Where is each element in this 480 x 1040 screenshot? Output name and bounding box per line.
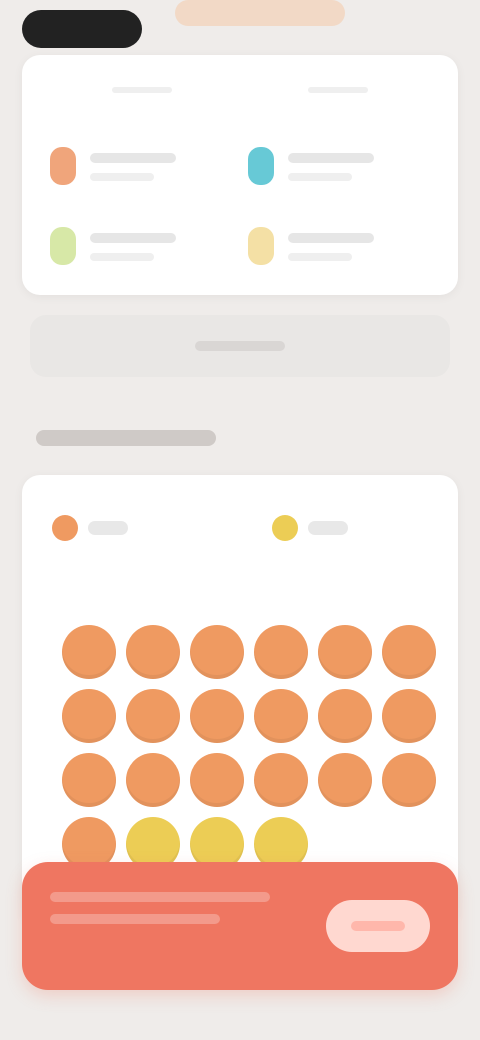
grid-dot-orange (382, 753, 436, 807)
metric-item-2 (248, 147, 448, 207)
orange-pill-icon (50, 147, 76, 185)
grid-dot-orange (254, 689, 308, 743)
action-bar-label (195, 341, 285, 351)
metric-item-4 (248, 227, 448, 287)
grid-dot-orange (190, 753, 244, 807)
yellow-pill-icon (248, 227, 274, 265)
grid-dot-orange (190, 689, 244, 743)
summary-tabs (22, 75, 458, 105)
grid-dot-orange (382, 625, 436, 679)
legend (52, 515, 432, 555)
grid-dot-orange (382, 689, 436, 743)
grid-dot-orange (318, 689, 372, 743)
orange-circle-icon (52, 515, 78, 541)
grid-dot-orange (318, 625, 372, 679)
grid-dot-orange (318, 753, 372, 807)
content-card (22, 475, 458, 925)
yellow-circle-icon (272, 515, 298, 541)
section-title (36, 430, 216, 446)
cta-card (22, 862, 458, 990)
grid-dot-orange (254, 625, 308, 679)
legend-item-orange (52, 515, 128, 541)
legend-item-yellow (272, 515, 348, 541)
cta-button[interactable] (326, 900, 430, 952)
top-banner (175, 0, 345, 26)
grid-dot-orange (126, 753, 180, 807)
metric-item-1 (50, 147, 250, 207)
grid-dot-orange (62, 753, 116, 807)
grid-dot-orange (254, 753, 308, 807)
metric-item-3 (50, 227, 250, 287)
cta-text (50, 892, 290, 924)
teal-drop-icon (248, 147, 274, 185)
summary-card (22, 55, 458, 295)
grid-dot-orange (62, 689, 116, 743)
tab-left[interactable] (42, 75, 242, 105)
top-pill-button[interactable] (22, 10, 142, 48)
grid-dot-orange (126, 625, 180, 679)
grid-dot-orange (190, 625, 244, 679)
action-bar-button[interactable] (30, 315, 450, 377)
grid-dot-orange (62, 625, 116, 679)
tab-right[interactable] (238, 75, 438, 105)
green-leaf-icon (50, 227, 76, 265)
grid-dot-orange (126, 689, 180, 743)
dot-grid (62, 625, 436, 871)
